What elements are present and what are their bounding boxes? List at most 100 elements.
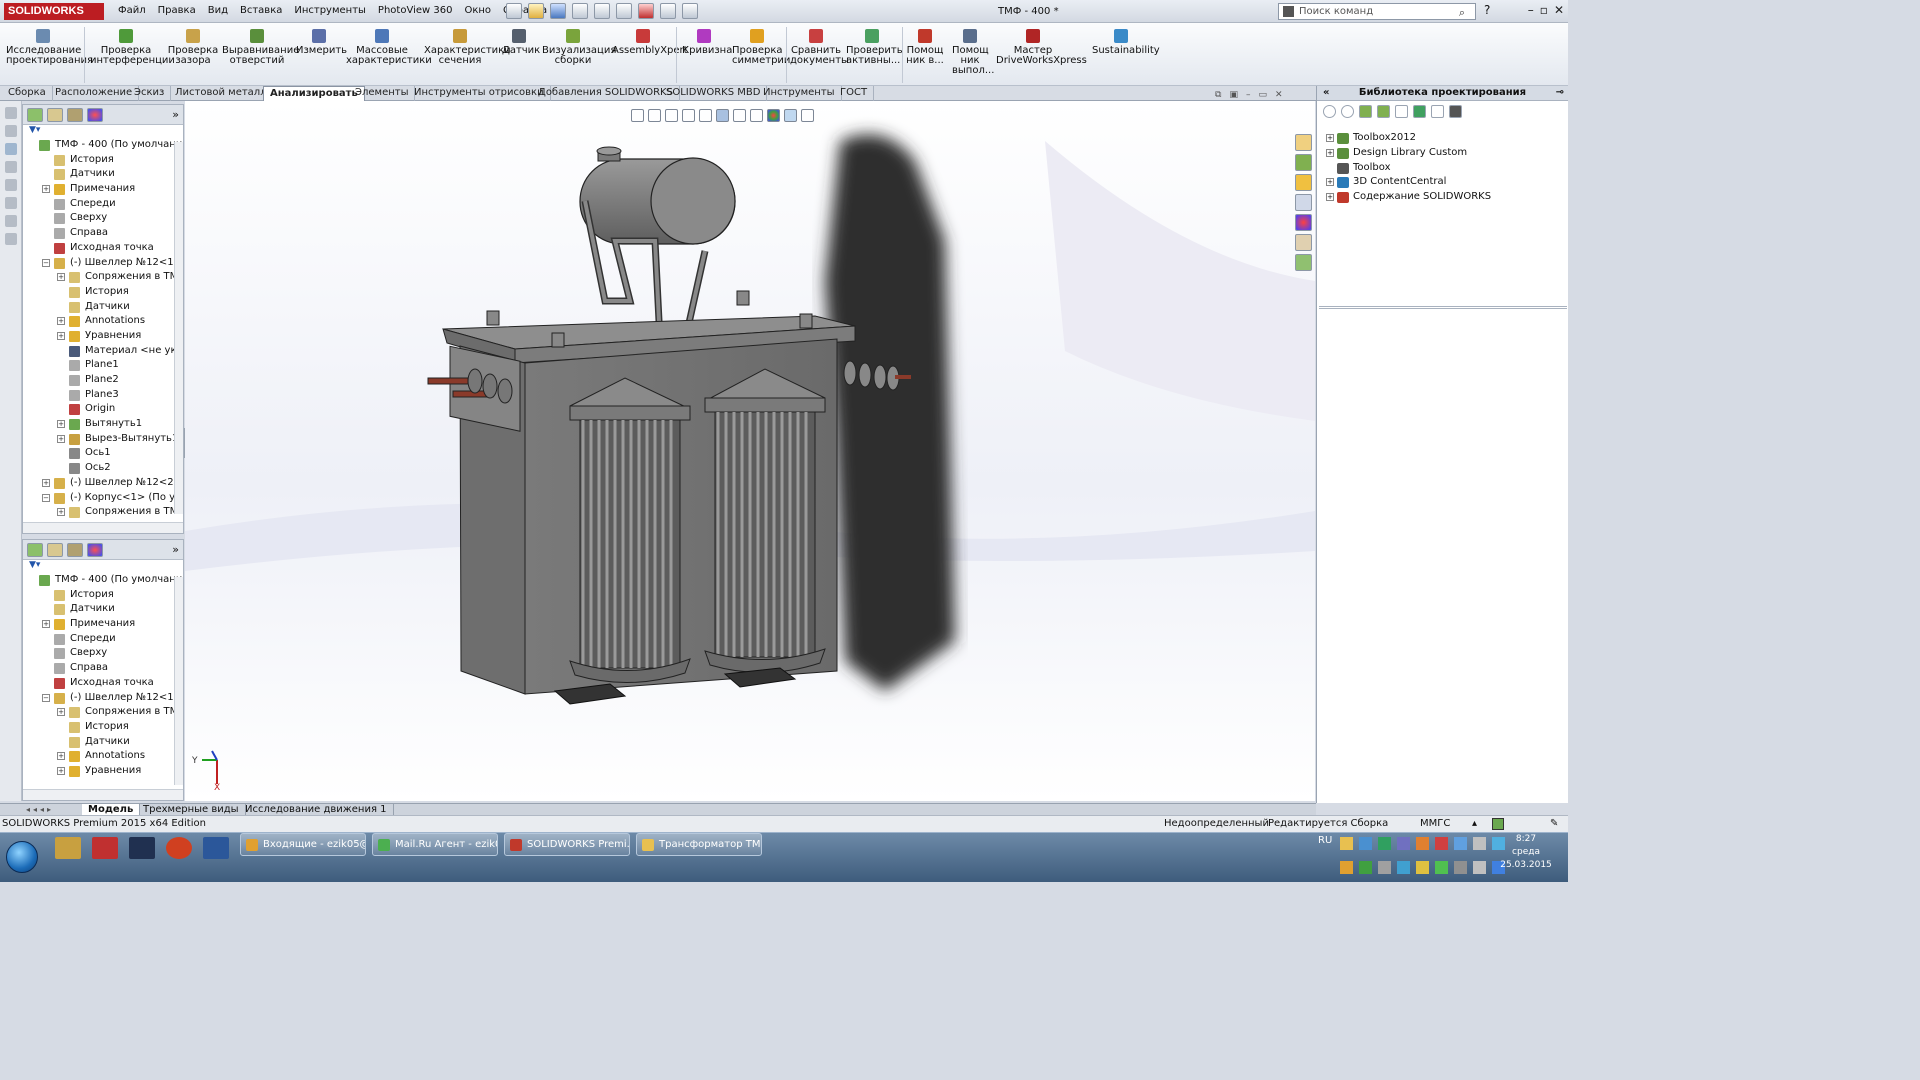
- tree-node[interactable]: + (-) Швеллер №12<2> (Def: [23, 476, 183, 491]
- ribbon-command-14[interactable]: Помощ ник в...: [906, 29, 944, 66]
- filter-icon[interactable]: ▼▾: [23, 560, 183, 573]
- tab-0[interactable]: Сборка: [2, 86, 53, 101]
- viewport-minimize-button[interactable]: –: [1246, 90, 1251, 100]
- tree-horizontal-scrollbar[interactable]: [23, 522, 183, 533]
- menu-item-3[interactable]: Вставка: [240, 5, 282, 16]
- pinned-app-icon[interactable]: [92, 837, 118, 859]
- graphics-area[interactable]: Y X: [185, 101, 1315, 801]
- print-icon[interactable]: [572, 3, 588, 19]
- tree-node[interactable]: Датчики: [23, 602, 183, 617]
- select-icon[interactable]: [616, 3, 632, 19]
- tree-node[interactable]: История: [23, 285, 183, 300]
- tree-node[interactable]: Исходная точка: [23, 676, 183, 691]
- ribbon-command-1[interactable]: Проверка интерференции: [90, 29, 175, 66]
- configuration-manager-tab-icon[interactable]: [67, 108, 83, 122]
- library-item[interactable]: + Toolbox2012: [1317, 131, 1568, 146]
- ribbon-command-0[interactable]: Исследование проектирования: [6, 29, 93, 66]
- tree-node[interactable]: + Вырез-Вытянуть1: [23, 432, 183, 447]
- tray-icon[interactable]: [1454, 837, 1467, 850]
- file-explorer-tab-icon[interactable]: [1295, 174, 1312, 191]
- zoom-to-area-icon[interactable]: [648, 109, 661, 122]
- strip-icon-5[interactable]: [5, 179, 17, 191]
- edit-appearance-icon[interactable]: [767, 109, 780, 122]
- tree-node[interactable]: Спереди: [23, 632, 183, 647]
- view-palette-tab-icon[interactable]: [1295, 194, 1312, 211]
- library-item[interactable]: + Содержание SOLIDWORKS: [1317, 190, 1568, 205]
- undo-icon[interactable]: [594, 3, 610, 19]
- tray-icon[interactable]: [1473, 861, 1486, 874]
- pin-icon[interactable]: ⊸: [1556, 86, 1564, 100]
- expand-toggle-icon[interactable]: +: [1326, 193, 1334, 202]
- expand-toggle-icon[interactable]: +: [57, 434, 65, 443]
- menu-item-6[interactable]: Окно: [464, 5, 491, 16]
- tray-icon[interactable]: [1435, 837, 1448, 850]
- design-library-tab-icon[interactable]: [1295, 154, 1312, 171]
- pinned-app-icon[interactable]: [129, 837, 155, 859]
- status-units[interactable]: ММГС: [1420, 816, 1450, 832]
- add-file-location-icon[interactable]: [1377, 105, 1390, 118]
- ribbon-command-5[interactable]: Массовые характеристики: [346, 29, 432, 66]
- tree-node[interactable]: + Сопряжения в ТМФ -: [23, 705, 183, 720]
- tree-horizontal-scrollbar[interactable]: [23, 789, 183, 800]
- feature-manager-tab-icon[interactable]: [27, 543, 43, 557]
- tray-icon[interactable]: [1340, 837, 1353, 850]
- tray-icon[interactable]: [1416, 861, 1429, 874]
- tree-node[interactable]: + Сопряжения в ТМФ -: [23, 505, 183, 520]
- taskbar-button[interactable]: Входящие - ezik05@...: [240, 833, 366, 856]
- viewport-restore-button[interactable]: ▭: [1258, 90, 1267, 100]
- ribbon-command-11[interactable]: Проверка симметрии: [732, 29, 790, 66]
- strip-icon-1[interactable]: [5, 107, 17, 119]
- new-document-icon[interactable]: [506, 3, 522, 19]
- tree-node[interactable]: + Уравнения: [23, 329, 183, 344]
- filter-icon[interactable]: ▼▾: [23, 125, 183, 138]
- tree-node[interactable]: История: [23, 720, 183, 735]
- display-manager-tab-icon[interactable]: [87, 543, 103, 557]
- tree-node[interactable]: Материал <не указан: [23, 344, 183, 359]
- ribbon-command-8[interactable]: Визуализация сборки: [542, 29, 616, 66]
- language-indicator[interactable]: RU: [1318, 835, 1332, 846]
- viewport-close-button[interactable]: ✕: [1275, 90, 1283, 100]
- pinned-app-icon[interactable]: [166, 837, 192, 859]
- strip-icon-7[interactable]: [5, 215, 17, 227]
- ribbon-command-13[interactable]: Проверить активны...: [846, 29, 903, 66]
- expand-toggle-icon[interactable]: −: [42, 693, 50, 702]
- tree-node[interactable]: Plane2: [23, 373, 183, 388]
- add-to-library-icon[interactable]: [1359, 105, 1372, 118]
- tray-icon[interactable]: [1378, 837, 1391, 850]
- strip-icon-2[interactable]: [5, 125, 17, 137]
- menu-item-2[interactable]: Вид: [208, 5, 228, 16]
- tree-node[interactable]: Спереди: [23, 197, 183, 212]
- tree-node[interactable]: + Примечания: [23, 182, 183, 197]
- command-search-input[interactable]: Поиск команд ⌕: [1278, 3, 1476, 20]
- tree-node[interactable]: Справа: [23, 226, 183, 241]
- tab-9[interactable]: Инструменты: [757, 86, 842, 101]
- units-dropdown-icon[interactable]: ▴: [1472, 816, 1477, 832]
- expand-arrows-icon[interactable]: »: [172, 543, 179, 557]
- library-item[interactable]: + Design Library Custom: [1317, 146, 1568, 161]
- view-orientation-icon[interactable]: [716, 109, 729, 122]
- ribbon-command-12[interactable]: Сравнить документы: [790, 29, 849, 66]
- tree-node[interactable]: − (-) Корпус<1> (По умолч: [23, 491, 183, 506]
- display-style-icon[interactable]: [733, 109, 746, 122]
- expand-toggle-icon[interactable]: +: [1326, 134, 1334, 142]
- tree-node[interactable]: − (-) Швеллер №12<1> (Def: [23, 256, 183, 271]
- expand-toggle-icon[interactable]: +: [57, 752, 65, 761]
- menu-item-5[interactable]: PhotoView 360: [378, 5, 453, 16]
- appearances-tab-icon[interactable]: [1295, 214, 1312, 231]
- pane-splitter[interactable]: [1319, 306, 1567, 309]
- tree-node[interactable]: Датчики: [23, 167, 183, 182]
- tray-icon[interactable]: [1359, 861, 1372, 874]
- tree-node[interactable]: История: [23, 153, 183, 168]
- tree-node[interactable]: История: [23, 588, 183, 603]
- customize-status-icon[interactable]: ✎: [1550, 816, 1558, 832]
- tree-node[interactable]: + Сопряжения в ТМФ -: [23, 270, 183, 285]
- menu-item-0[interactable]: Файл: [118, 5, 146, 16]
- strip-icon-4[interactable]: [5, 161, 17, 173]
- strip-icon-8[interactable]: [5, 233, 17, 245]
- taskbar-button[interactable]: Трансформатор ТМ...: [636, 833, 762, 856]
- section-view-icon[interactable]: [682, 109, 695, 122]
- restore-button[interactable]: ▫: [1540, 3, 1548, 17]
- menu-item-4[interactable]: Инструменты: [294, 5, 366, 16]
- ribbon-command-17[interactable]: Sustainability: [1092, 29, 1160, 56]
- tab-3[interactable]: Листовой металл: [169, 86, 274, 101]
